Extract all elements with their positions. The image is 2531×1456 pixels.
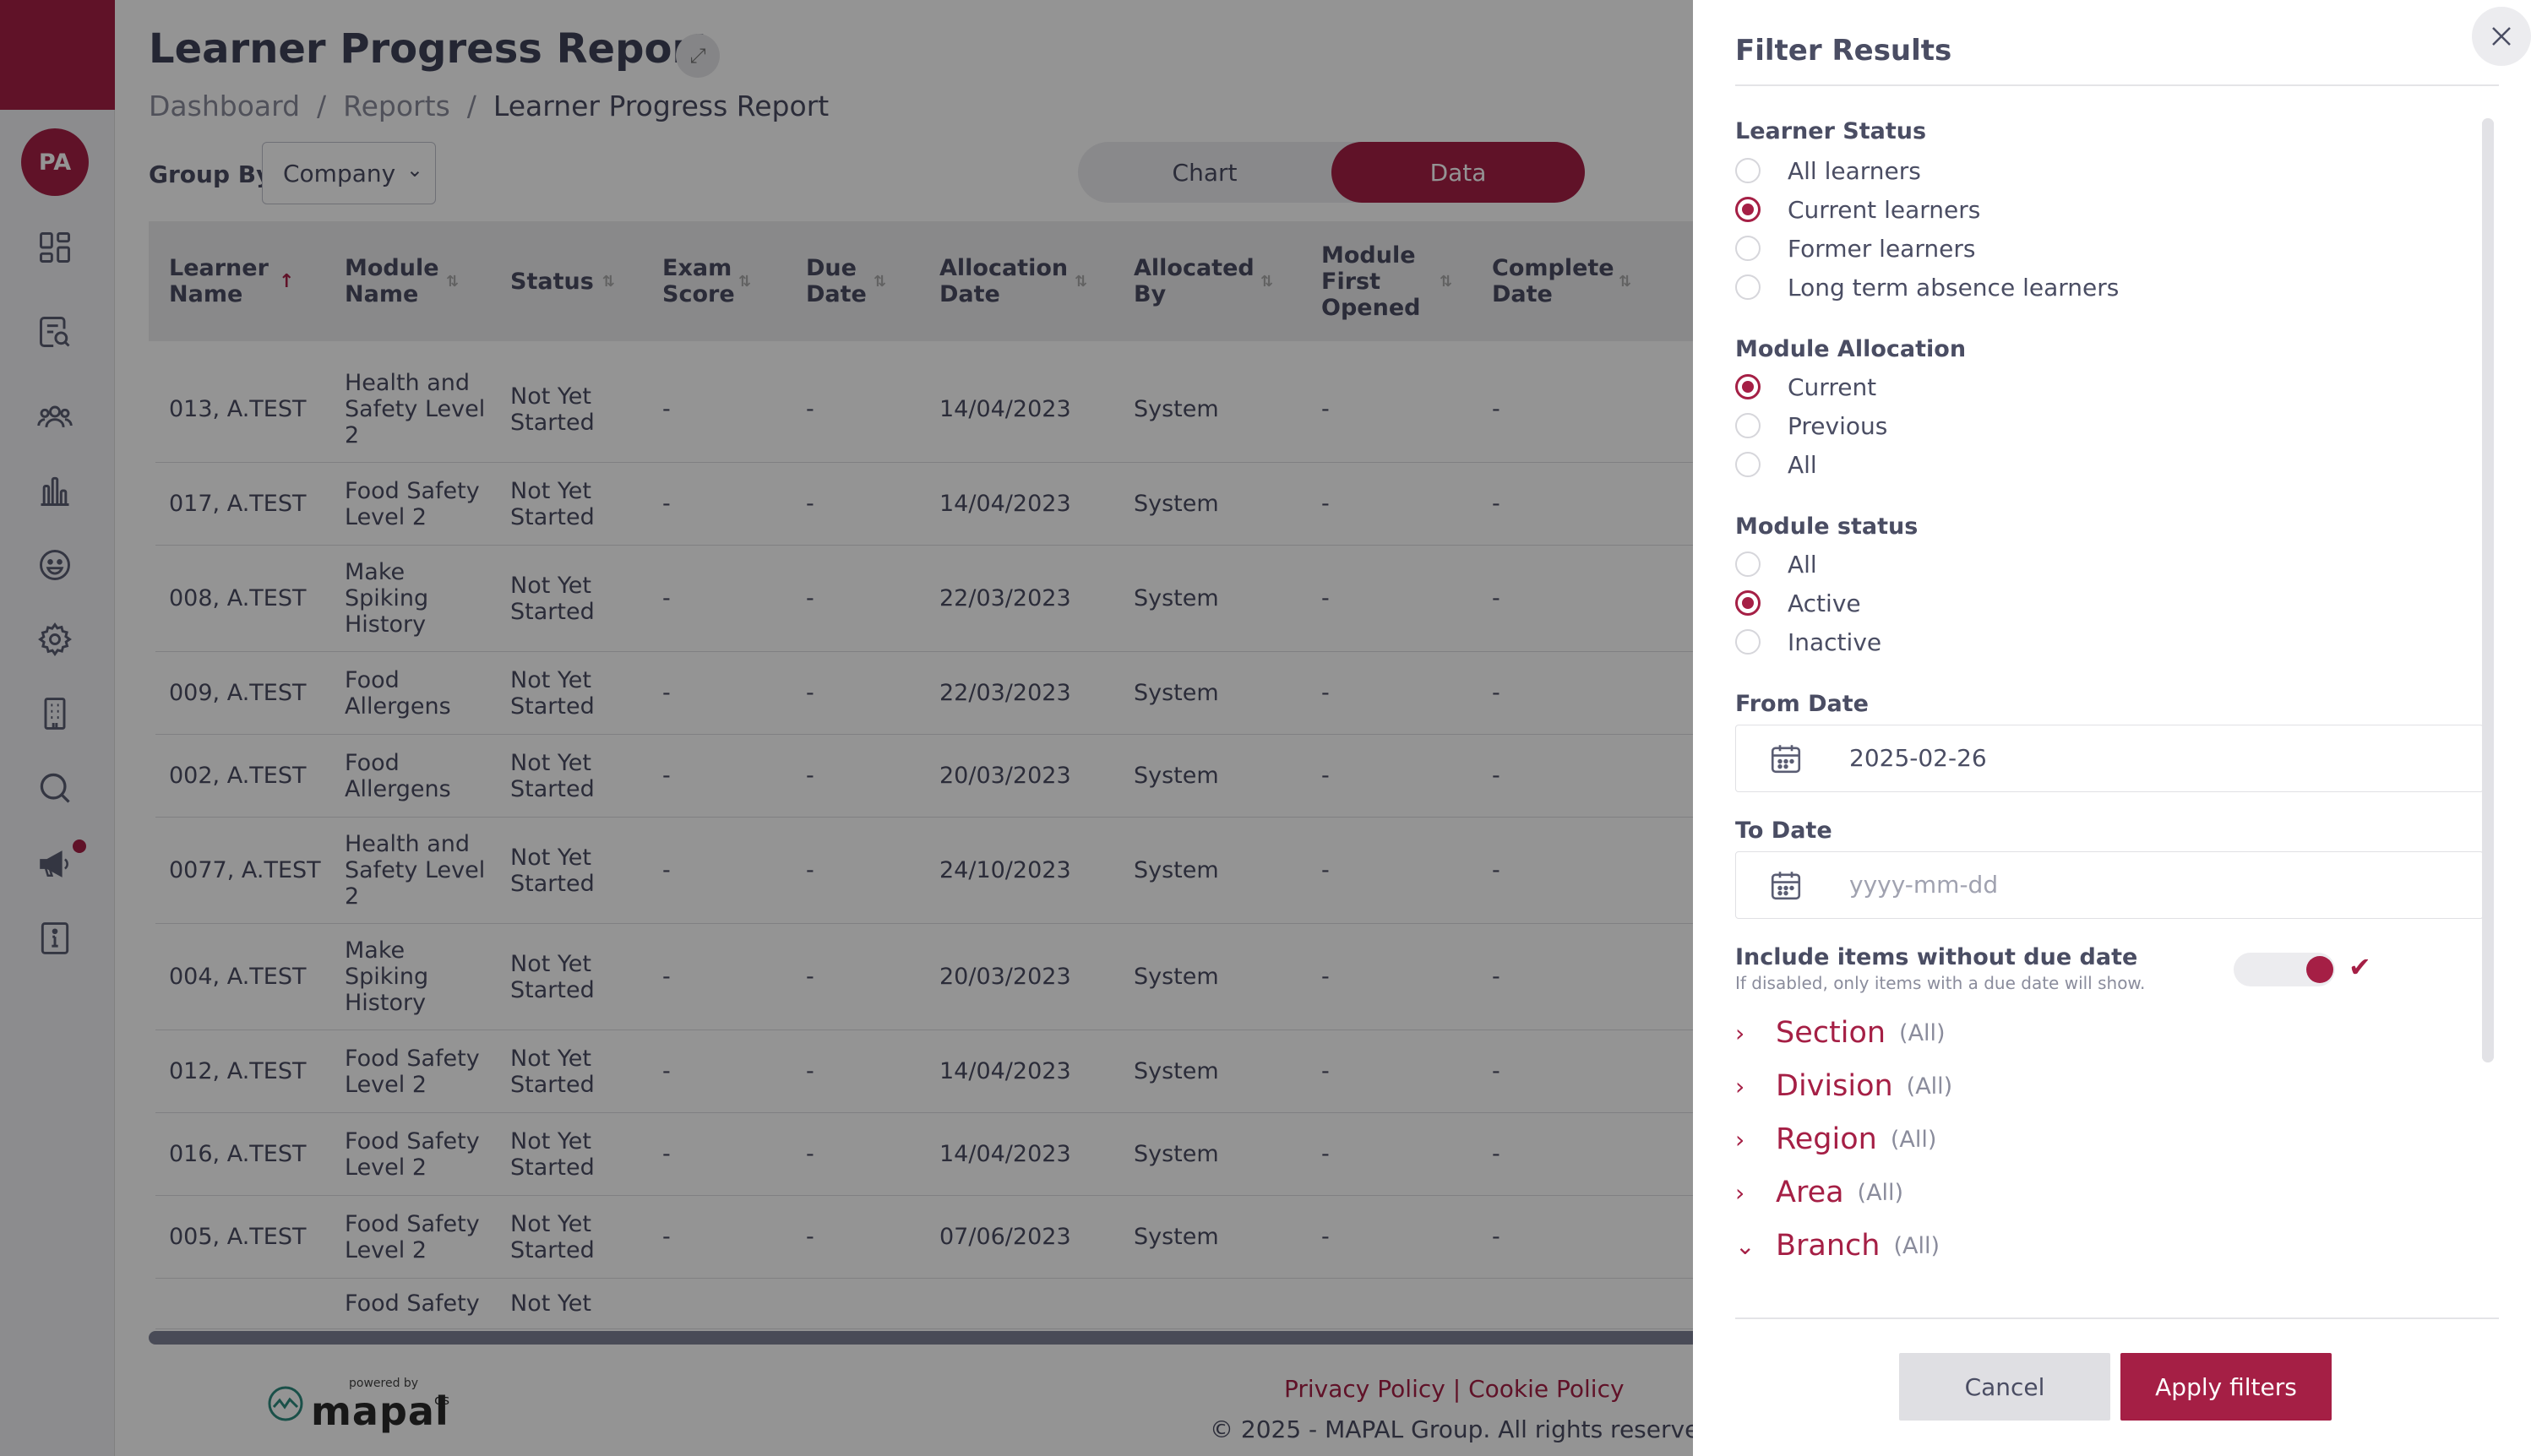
filter-panel-title: Filter Results	[1735, 34, 1952, 68]
accordion-label: Section	[1776, 1016, 1886, 1050]
toggle-knob	[2306, 956, 2333, 983]
learner-status-option[interactable]: Current learners	[1735, 193, 1980, 226]
learner-status-option-label: Former learners	[1788, 234, 1976, 263]
learner-status-option-label: Current learners	[1788, 195, 1981, 224]
calendar-icon	[1771, 872, 1801, 900]
to-date-field[interactable]: yyyy-mm-dd	[1735, 851, 2484, 919]
radio-button[interactable]	[1735, 551, 1761, 577]
learner-status-option[interactable]: All learners	[1735, 154, 1921, 187]
learner-status-label: Learner Status	[1735, 118, 1927, 144]
filter-panel: Filter Results Learner Status Module All…	[1693, 0, 2531, 1456]
chevron-right-icon: ›	[1735, 1178, 1745, 1207]
accordion-count: (All)	[1857, 1179, 1904, 1206]
module-status-option[interactable]: All	[1735, 547, 1817, 581]
module-status-option-label: Inactive	[1788, 627, 1882, 656]
accordion-count: (All)	[1890, 1126, 1937, 1153]
module-allocation-label: Module Allocation	[1735, 336, 1967, 362]
learner-status-option-label: All learners	[1788, 156, 1921, 185]
radio-button[interactable]	[1735, 197, 1761, 222]
module-allocation-option[interactable]: All	[1735, 448, 1817, 481]
close-icon[interactable]	[2472, 7, 2531, 66]
to-date-label: To Date	[1735, 818, 1832, 844]
modal-backdrop[interactable]	[0, 0, 1693, 1456]
accordion-division[interactable]: › Division (All)	[1735, 1065, 1952, 1107]
radio-button[interactable]	[1735, 158, 1761, 183]
module-allocation-option[interactable]: Previous	[1735, 409, 1887, 443]
learner-status-option-label: Long term absence learners	[1788, 273, 2120, 302]
chevron-right-icon: ›	[1735, 1019, 1745, 1047]
cancel-button[interactable]: Cancel	[1899, 1353, 2110, 1421]
accordion-area[interactable]: › Area (All)	[1735, 1171, 1903, 1214]
accordion-branch[interactable]: ⌄ Branch (All)	[1735, 1225, 1940, 1267]
panel-scrollbar-thumb[interactable]	[2482, 118, 2494, 1062]
chevron-right-icon: ›	[1735, 1125, 1745, 1154]
accordion-section[interactable]: › Section (All)	[1735, 1012, 1946, 1054]
chevron-down-icon: ⌄	[1735, 1231, 1755, 1260]
from-date-field[interactable]: 2025-02-26	[1735, 725, 2484, 792]
accordion-region[interactable]: › Region (All)	[1735, 1118, 1936, 1160]
radio-button[interactable]	[1735, 274, 1761, 300]
module-status-label: Module status	[1735, 513, 1919, 540]
divider	[1735, 1317, 2499, 1319]
learner-status-option[interactable]: Former learners	[1735, 231, 1975, 265]
chevron-right-icon: ›	[1735, 1072, 1745, 1100]
radio-button[interactable]	[1735, 629, 1761, 655]
module-status-option-label: All	[1788, 550, 1817, 579]
apply-filters-button[interactable]: Apply filters	[2120, 1353, 2332, 1421]
from-date-label: From Date	[1735, 691, 1869, 717]
radio-button[interactable]	[1735, 236, 1761, 261]
panel-scrollbar[interactable]	[2482, 118, 2494, 1062]
accordion-label: Region	[1776, 1122, 1877, 1156]
radio-button[interactable]	[1735, 413, 1761, 438]
module-status-option-label: Active	[1788, 589, 1861, 617]
module-status-option[interactable]: Active	[1735, 586, 1861, 620]
module-allocation-option-label: All	[1788, 450, 1817, 479]
accordion-count: (All)	[1893, 1232, 1940, 1259]
accordion-count: (All)	[1899, 1019, 1946, 1046]
from-date-value: 2025-02-26	[1849, 744, 1987, 772]
accordion-label: Area	[1776, 1176, 1844, 1209]
module-allocation-option-label: Current	[1788, 372, 1877, 401]
accordion-count: (All)	[1906, 1073, 1953, 1100]
module-status-option[interactable]: Inactive	[1735, 625, 1881, 659]
divider	[1735, 84, 2499, 86]
accordion-label: Division	[1776, 1069, 1893, 1103]
module-allocation-option[interactable]: Current	[1735, 370, 1876, 404]
include-no-due-label: Include items without due date	[1735, 944, 2138, 970]
calendar-icon	[1771, 745, 1801, 774]
module-allocation-option-label: Previous	[1788, 411, 1888, 440]
accordion-label: Branch	[1776, 1229, 1881, 1263]
include-no-due-hint: If disabled, only items with a due date …	[1735, 973, 2146, 993]
learner-status-option[interactable]: Long term absence learners	[1735, 270, 2119, 304]
radio-button[interactable]	[1735, 590, 1761, 616]
to-date-placeholder: yyyy-mm-dd	[1849, 871, 1999, 899]
include-no-due-toggle[interactable]	[2234, 953, 2335, 986]
radio-button[interactable]	[1735, 374, 1761, 399]
check-icon: ✔	[2349, 951, 2371, 983]
radio-button[interactable]	[1735, 452, 1761, 477]
